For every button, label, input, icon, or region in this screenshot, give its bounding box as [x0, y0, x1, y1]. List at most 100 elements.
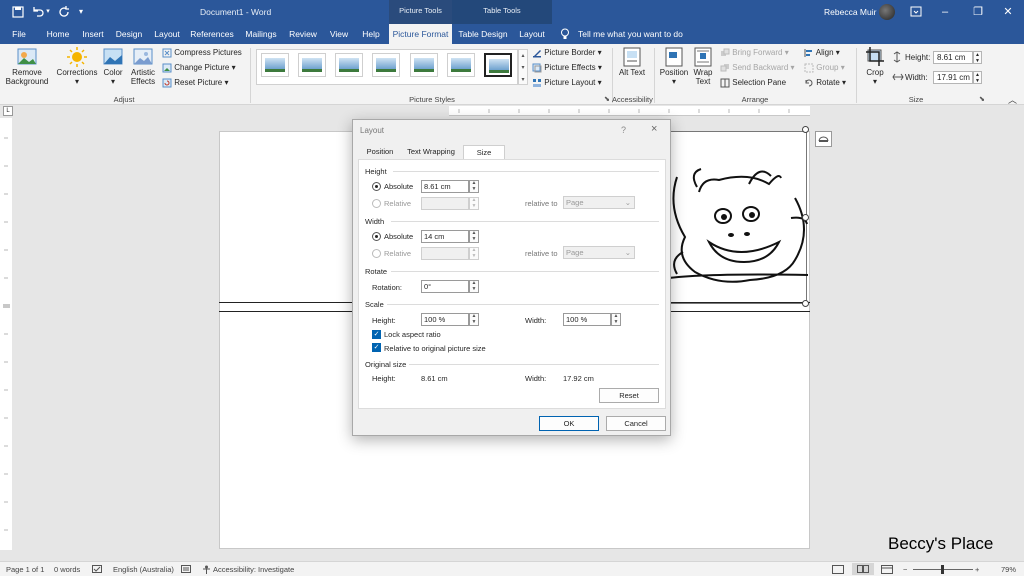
shape-width-input[interactable]: 17.91 cm	[933, 71, 973, 84]
resize-handle[interactable]	[802, 126, 809, 133]
height-relative-spinner[interactable]: ▲ ▼	[469, 197, 479, 210]
rotation-spinner[interactable]: ▲ ▼	[469, 280, 479, 293]
ribbon-display-options-icon[interactable]	[906, 3, 926, 21]
tab-file[interactable]: File	[6, 24, 32, 44]
tab-view[interactable]: View	[324, 24, 354, 44]
group-button[interactable]: Group ▾	[804, 61, 845, 74]
width-absolute-spinner[interactable]: ▲ ▼	[469, 230, 479, 243]
scale-height-spinner[interactable]: ▲ ▼	[469, 313, 479, 326]
tab-picture-format[interactable]: Picture Format	[389, 24, 452, 44]
tab-design[interactable]: Design	[112, 24, 146, 44]
close-icon[interactable]: ✕	[998, 3, 1018, 21]
word-count[interactable]: 0 words	[54, 565, 80, 574]
tab-help[interactable]: Help	[358, 24, 384, 44]
shape-width-spinner[interactable]: ▲ ▼	[973, 71, 982, 84]
ok-button[interactable]: OK	[539, 416, 599, 431]
picture-style-7[interactable]	[484, 53, 512, 77]
compress-pictures-button[interactable]: Compress Pictures	[162, 46, 242, 59]
remove-background-button[interactable]: Remove Background	[4, 46, 50, 86]
read-mode-icon[interactable]	[852, 563, 874, 575]
layout-options-icon[interactable]	[815, 131, 832, 147]
accessibility-status[interactable]: Accessibility: Investigate	[213, 565, 294, 574]
dialog-tab-size[interactable]: Size	[463, 145, 505, 159]
print-layout-icon[interactable]	[860, 565, 861, 566]
position-button[interactable]: Position ▾	[658, 46, 690, 86]
corrections-button[interactable]: Corrections ▾	[56, 46, 98, 86]
crop-button[interactable]: Crop ▾	[862, 46, 888, 86]
picture-style-1[interactable]	[261, 53, 289, 77]
tab-selector[interactable]: L	[3, 106, 13, 116]
proofing-icon[interactable]	[92, 565, 102, 573]
picture-style-6[interactable]	[447, 53, 475, 77]
picture-style-2[interactable]	[298, 53, 326, 77]
user-name[interactable]: Rebecca Muir	[824, 7, 876, 17]
scale-width-input[interactable]: 100 %	[563, 313, 611, 326]
picture-style-4[interactable]	[372, 53, 400, 77]
rotate-button[interactable]: Rotate ▾	[804, 76, 846, 89]
tab-table-design[interactable]: Table Design	[456, 24, 510, 44]
tab-references[interactable]: References	[188, 24, 236, 44]
redo-icon[interactable]	[56, 4, 72, 20]
tab-insert[interactable]: Insert	[78, 24, 108, 44]
zoom-slider-thumb[interactable]	[941, 565, 944, 574]
height-relative-input[interactable]	[421, 197, 469, 210]
picture-effects-button[interactable]: Picture Effects ▾	[532, 61, 602, 74]
height-relative-to-select[interactable]: Page ⌄	[563, 196, 635, 209]
cancel-button[interactable]: Cancel	[606, 416, 666, 431]
color-button[interactable]: Color ▾	[100, 46, 126, 86]
width-relative-to-select[interactable]: Page ⌄	[563, 246, 635, 259]
language[interactable]: English (Australia)	[113, 565, 174, 574]
restore-icon[interactable]: ❐	[968, 3, 988, 21]
tab-mailings[interactable]: Mailings	[240, 24, 282, 44]
width-relative-spinner[interactable]: ▲ ▼	[469, 247, 479, 260]
selected-picture[interactable]	[660, 131, 808, 304]
width-relative-radio[interactable]	[372, 249, 381, 258]
dialog-tab-text-wrapping[interactable]: Text Wrapping	[403, 145, 459, 159]
width-absolute-radio[interactable]	[372, 232, 381, 241]
reset-button[interactable]: Reset	[599, 388, 659, 403]
height-absolute-spinner[interactable]: ▲ ▼	[469, 180, 479, 193]
scale-width-spinner[interactable]: ▲ ▼	[611, 313, 621, 326]
width-absolute-input[interactable]: 14 cm	[421, 230, 469, 243]
size-launcher-icon[interactable]: ⬊	[979, 95, 985, 103]
tell-me-search[interactable]: Tell me what you want to do	[578, 24, 683, 44]
change-picture-button[interactable]: Change Picture ▾	[162, 61, 236, 74]
dialog-tab-position[interactable]: Position	[361, 145, 399, 159]
alt-text-button[interactable]: Alt Text	[616, 46, 648, 77]
zoom-in-icon[interactable]: +	[975, 565, 979, 574]
width-relative-input[interactable]	[421, 247, 469, 260]
horizontal-ruler[interactable]	[219, 106, 810, 116]
focus-mode-icon[interactable]	[832, 565, 844, 574]
selection-pane-button[interactable]: Selection Pane	[720, 76, 786, 89]
rotation-input[interactable]: 0°	[421, 280, 469, 293]
artistic-effects-button[interactable]: Artistic Effects	[128, 46, 158, 86]
minimize-icon[interactable]: –	[935, 3, 955, 21]
picture-style-5[interactable]	[410, 53, 438, 77]
align-button[interactable]: Align ▾	[804, 46, 840, 59]
tab-table-layout[interactable]: Layout	[514, 24, 550, 44]
accessibility-icon[interactable]	[202, 565, 211, 574]
lock-aspect-ratio-checkbox[interactable]: ✓	[372, 330, 381, 339]
height-absolute-input[interactable]: 8.61 cm	[421, 180, 469, 193]
shape-height-spinner[interactable]: ▲ ▼	[973, 51, 982, 64]
vertical-ruler[interactable]	[0, 118, 12, 550]
tab-home[interactable]: Home	[40, 24, 76, 44]
collapse-ribbon-icon[interactable]: ︿	[1008, 93, 1017, 106]
picture-layout-button[interactable]: Picture Layout ▾	[532, 76, 602, 89]
bring-forward-button[interactable]: Bring Forward ▾	[720, 46, 789, 59]
customize-toolbar-icon[interactable]: ▾	[76, 4, 86, 20]
tab-layout[interactable]: Layout	[150, 24, 184, 44]
page-count[interactable]: Page 1 of 1	[6, 565, 44, 574]
height-relative-radio[interactable]	[372, 199, 381, 208]
track-changes-icon[interactable]	[181, 565, 191, 573]
web-layout-icon[interactable]	[881, 565, 893, 574]
save-icon[interactable]	[10, 4, 26, 20]
picture-styles-launcher-icon[interactable]: ⬊	[604, 95, 610, 103]
shape-height-input[interactable]: 8.61 cm	[933, 51, 973, 64]
resize-handle[interactable]	[802, 214, 809, 221]
tab-review[interactable]: Review	[286, 24, 320, 44]
help-icon[interactable]: ?	[621, 125, 626, 135]
wrap-text-button[interactable]: Wrap Text	[690, 46, 716, 86]
zoom-out-icon[interactable]: −	[903, 565, 907, 574]
send-backward-button[interactable]: Send Backward ▾	[720, 61, 795, 74]
